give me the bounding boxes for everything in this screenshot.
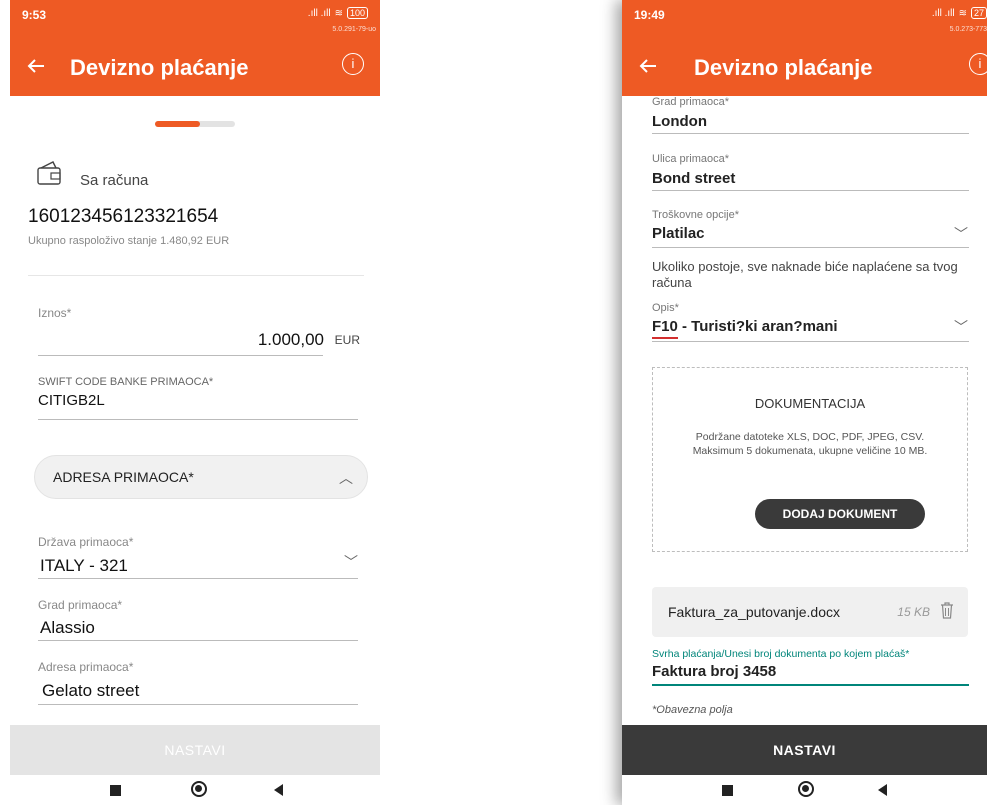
trash-icon[interactable] (940, 601, 954, 619)
page-title: Devizno plaćanje (70, 55, 249, 80)
recipient-address-accordion[interactable]: ADRESA PRIMAOCA* ︿ (34, 455, 368, 499)
description-label: Opis* (652, 302, 679, 314)
next-button[interactable]: NASTAVI (622, 725, 987, 775)
app-bar: Devizno plaćanje i (10, 42, 380, 96)
street-label: Ulica primaoca* (652, 153, 730, 165)
home-icon[interactable] (191, 781, 207, 797)
recents-icon[interactable] (110, 785, 121, 796)
documentation-title: DOKUMENTACIJA (754, 396, 866, 411)
back-nav-icon[interactable] (274, 784, 283, 796)
back-nav-icon[interactable] (878, 784, 887, 796)
currency-label: EUR (334, 333, 360, 347)
chevron-down-icon[interactable]: ﹀ (954, 317, 968, 337)
address-input[interactable]: Gelato street (42, 681, 139, 701)
app-version: 5.0.291-79-uo (332, 26, 376, 33)
file-name: Faktura_za_putovanje.docx (668, 604, 840, 620)
swift-input[interactable]: CITIGB2L (38, 392, 105, 409)
app-bar: Devizno plaćanje i (622, 42, 987, 96)
add-document-button[interactable]: DODAJ DOKUMENT (755, 499, 925, 529)
payment-purpose-underline (652, 684, 969, 686)
cost-options-underline (652, 247, 969, 248)
documentation-info: Podržane datoteke XLS, DOC, PDF, JPEG, C… (692, 431, 928, 457)
city-input[interactable]: London (652, 113, 707, 130)
street-underline (652, 190, 969, 191)
country-select[interactable]: ITALY - 321 (40, 556, 128, 576)
signal-icon: .ıll .ıll (307, 7, 331, 19)
phone-screen-left: 9:53 .ıll .ıll ≋ 100 5.0.291-79-uo Deviz… (10, 0, 380, 805)
description-underline (652, 341, 969, 342)
system-nav-bar (622, 775, 987, 805)
chevron-up-icon: ︿ (339, 470, 353, 486)
payment-purpose-label: Svrha plaćanja/Unesi broj dokumenta po k… (652, 648, 910, 660)
from-account-label: Sa računa (80, 172, 149, 189)
spellcheck-underline (652, 337, 678, 339)
city-underline (652, 133, 969, 134)
address-label: Adresa primaoca* (38, 660, 134, 674)
back-arrow-icon[interactable] (636, 54, 660, 78)
status-time: 9:53 (22, 8, 47, 22)
status-icons: .ıll .ıll ≋ 27 (932, 7, 987, 19)
attached-file[interactable]: Faktura_za_putovanje.docx 15 KB (652, 587, 968, 637)
phone-screen-right: 19:49 .ıll .ıll ≋ 27 5.0.273-773 Devizno… (622, 0, 987, 805)
cost-options-label: Troškovne opcije* (652, 209, 740, 221)
wifi-icon: ≋ (958, 7, 967, 19)
step-progress-fill (155, 121, 200, 127)
page-title: Devizno plaćanje (694, 55, 873, 80)
info-icon[interactable]: i (342, 53, 364, 75)
battery-icon: 27 (970, 7, 987, 19)
amount-underline (38, 355, 323, 356)
chevron-down-icon[interactable]: ﹀ (344, 552, 358, 572)
swift-underline (38, 419, 358, 420)
available-balance: Ukupno raspoloživo stanje 1.480,92 EUR (28, 235, 230, 247)
signal-icon: .ıll .ıll (931, 7, 955, 19)
swift-label: SWIFT CODE BANKE PRIMAOCA* (38, 376, 214, 388)
app-version: 5.0.273-773 (949, 26, 987, 33)
system-nav-bar (10, 775, 380, 805)
required-fields-note: *Obavezna polja (652, 704, 733, 716)
next-button[interactable]: NASTAVI (10, 725, 380, 775)
city-label: Grad primaoca* (38, 598, 123, 612)
step-progress-bar (155, 121, 235, 127)
city-underline (38, 640, 358, 641)
battery-icon: 100 (346, 7, 368, 19)
country-label: Država primaoca* (38, 535, 134, 549)
documentation-dropzone: DOKUMENTACIJA Podržane datoteke XLS, DOC… (652, 367, 968, 552)
cost-options-select[interactable]: Platilac (652, 225, 705, 242)
recents-icon[interactable] (722, 785, 733, 796)
account-number[interactable]: 160123456123321654 (28, 206, 218, 228)
amount-label: Iznos* (38, 306, 72, 320)
chevron-down-icon[interactable]: ﹀ (954, 224, 968, 244)
divider (28, 275, 364, 276)
payment-purpose-input[interactable]: Faktura broj 3458 (652, 663, 776, 680)
description-select[interactable]: F10 - Turisti?ki aran?mani (652, 318, 838, 335)
cost-options-note: Ukoliko postoje, sve naknade biće naplać… (652, 259, 958, 290)
city-label: Grad primaoca* (652, 96, 730, 108)
accordion-label: ADRESA PRIMAOCA* (53, 469, 194, 485)
info-icon[interactable]: i (969, 53, 987, 75)
country-underline (38, 578, 358, 579)
address-underline (38, 704, 358, 705)
street-input[interactable]: Bond street (652, 170, 735, 187)
home-icon[interactable] (798, 781, 814, 797)
status-bar: 9:53 .ıll .ıll ≋ 100 5.0.291-79-uo (10, 0, 380, 42)
file-size: 15 KB (897, 605, 930, 619)
back-arrow-icon[interactable] (24, 54, 48, 78)
wifi-icon: ≋ (334, 7, 343, 19)
amount-input[interactable]: 1.000,00 (258, 330, 324, 350)
wallet-icon (37, 161, 61, 185)
status-time: 19:49 (634, 8, 665, 22)
status-icons: .ıll .ıll ≋ 100 (308, 7, 368, 19)
city-input[interactable]: Alassio (40, 618, 95, 638)
status-bar: 19:49 .ıll .ıll ≋ 27 5.0.273-773 (622, 0, 987, 42)
